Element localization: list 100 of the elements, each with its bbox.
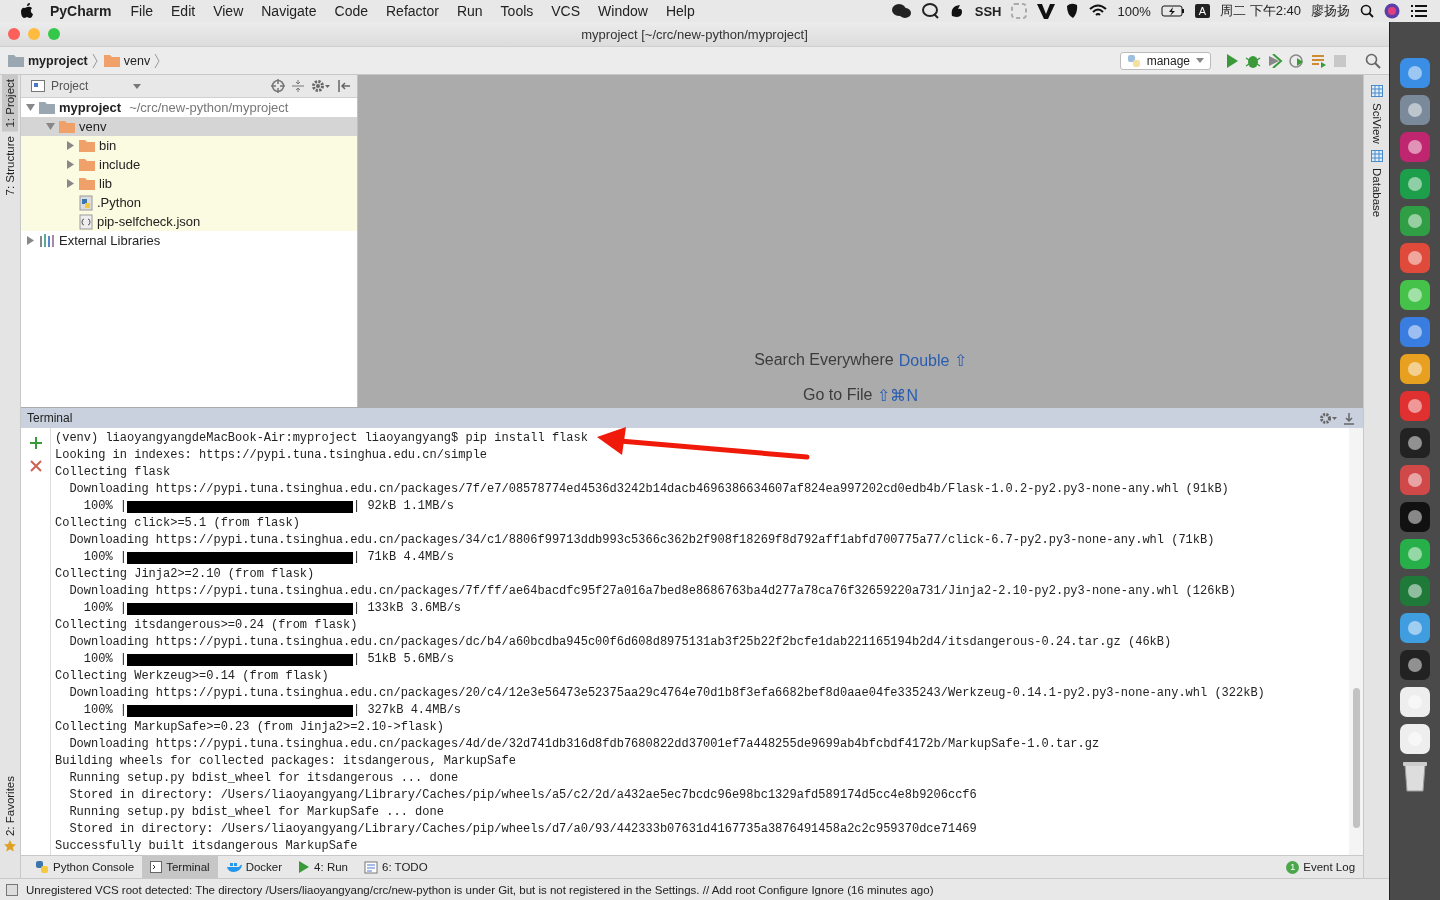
progress-percent: 100% | bbox=[82, 651, 127, 669]
close-icon[interactable] bbox=[29, 460, 42, 473]
app-icon[interactable] bbox=[1397, 648, 1433, 682]
profile-icon[interactable] bbox=[1289, 53, 1306, 68]
wifi-icon[interactable] bbox=[1089, 4, 1108, 18]
battery-icon[interactable] bbox=[1160, 5, 1185, 17]
terminal-line: Collecting Jinja2>=2.10 (from flask) bbox=[55, 566, 316, 584]
app-icon[interactable] bbox=[1397, 685, 1433, 719]
list-icon[interactable] bbox=[1410, 4, 1428, 18]
app-icon[interactable] bbox=[1397, 56, 1433, 90]
app-icon[interactable] bbox=[1397, 204, 1433, 238]
terminal-line: Running setup.py bdist_wheel for MarkupSafe ... done bbox=[68, 804, 445, 822]
app-icon[interactable] bbox=[1397, 278, 1433, 312]
tree-item[interactable]: lib bbox=[99, 176, 112, 191]
app-icon[interactable] bbox=[1397, 352, 1433, 386]
progress-stats: | 133kB 3.6MB/s bbox=[353, 600, 462, 618]
gear-icon[interactable] bbox=[1319, 411, 1338, 425]
tree-item[interactable]: venv bbox=[79, 119, 107, 134]
terminal-line: Collecting Werkzeug>=0.14 (from flask) bbox=[55, 668, 330, 686]
app-icon[interactable] bbox=[1397, 389, 1433, 423]
search-icon[interactable] bbox=[1360, 4, 1374, 18]
hide-panel-icon[interactable] bbox=[337, 79, 351, 93]
breadcrumb[interactable]: venv bbox=[123, 53, 151, 68]
menu-item[interactable]: View bbox=[204, 3, 253, 19]
app-icon[interactable] bbox=[1397, 167, 1433, 201]
menu-item[interactable]: File bbox=[121, 3, 163, 19]
menu-item[interactable]: Tools bbox=[491, 3, 543, 19]
close-button[interactable] bbox=[8, 28, 20, 40]
menu-item[interactable]: Help bbox=[656, 3, 704, 19]
download-icon[interactable] bbox=[1343, 411, 1356, 425]
menu-item[interactable]: Navigate bbox=[252, 3, 326, 19]
app-icon[interactable] bbox=[1397, 611, 1433, 645]
apple-icon[interactable] bbox=[20, 3, 34, 19]
collapse-icon[interactable] bbox=[291, 79, 305, 93]
scrollbar-thumb[interactable] bbox=[1353, 688, 1361, 829]
app-icon[interactable] bbox=[1397, 722, 1433, 756]
orb-icon[interactable] bbox=[1384, 3, 1400, 19]
tool-window-tab[interactable]: 4: Run bbox=[290, 856, 356, 878]
play-icon[interactable] bbox=[1225, 53, 1240, 68]
gear-icon[interactable] bbox=[311, 79, 331, 93]
coverage-icon[interactable] bbox=[1267, 53, 1284, 68]
tool-window-tab[interactable]: Database bbox=[1370, 167, 1383, 217]
run-list-icon[interactable] bbox=[1311, 53, 1328, 68]
tool-window-tab[interactable]: Docker bbox=[217, 856, 291, 878]
app-icon[interactable] bbox=[1397, 426, 1433, 460]
app-menu[interactable]: PyCharm bbox=[34, 3, 122, 19]
terminal-line: Downloading https://pypi.tuna.tsinghua.edu.cn/packages/34/c1/8806f99713ddb993c5366c362b2f908f18269f8d792aff1abfd700775a77/click-6.7-py2.py3-none-any.whl (71kB) bbox=[68, 532, 1216, 550]
tool-window-tab[interactable]: SciView bbox=[1370, 103, 1383, 144]
clock[interactable]: 周二 下午2:40 bbox=[1220, 2, 1301, 20]
tree-item[interactable]: External Libraries bbox=[59, 233, 161, 248]
terminal-line: Stored in directory: /Users/liaoyangyang/Library/Caches/pip/wheels/d7/a0/93/442333b07631d4167735a3876491458a2c2c959370dce71469 bbox=[68, 821, 978, 839]
square-icon[interactable] bbox=[6, 883, 18, 896]
app-icon[interactable] bbox=[1397, 93, 1433, 127]
app-icon[interactable] bbox=[1397, 130, 1433, 164]
collapsed-arrow-icon[interactable] bbox=[65, 160, 75, 169]
collapsed-arrow-icon[interactable] bbox=[65, 179, 75, 188]
tool-window-tab[interactable]: 7: Structure bbox=[2, 131, 18, 200]
plus-icon[interactable] bbox=[28, 436, 43, 451]
expanded-arrow-icon[interactable] bbox=[25, 103, 35, 112]
project-view-dropdown[interactable]: Project bbox=[31, 79, 141, 93]
collapsed-arrow-icon[interactable] bbox=[65, 141, 75, 150]
app-icon[interactable] bbox=[1397, 241, 1433, 275]
tree-item[interactable]: bin bbox=[99, 138, 117, 153]
menu-item[interactable]: Window bbox=[589, 3, 657, 19]
target-icon[interactable] bbox=[271, 79, 285, 93]
python-icon bbox=[1126, 53, 1141, 68]
menu-item[interactable]: Refactor bbox=[377, 3, 448, 19]
app-icon[interactable] bbox=[1397, 463, 1433, 497]
collapsed-arrow-icon[interactable] bbox=[25, 236, 35, 245]
ssh-indicator[interactable]: SSH bbox=[974, 3, 1002, 19]
tree-item[interactable]: .Python bbox=[97, 195, 142, 210]
event-log-tab[interactable]: 1 Event Log bbox=[1278, 856, 1364, 878]
menu-item[interactable]: Run bbox=[447, 3, 492, 19]
menu-item[interactable]: Code bbox=[325, 3, 377, 19]
menu-item[interactable]: VCS bbox=[542, 3, 590, 19]
menu-item[interactable]: Edit bbox=[162, 3, 205, 19]
speech-bubble-icon[interactable] bbox=[920, 3, 939, 19]
user-name[interactable]: 廖扬扬 bbox=[1311, 2, 1350, 20]
tool-window-tab[interactable]: Python Console bbox=[27, 856, 143, 878]
bug-icon[interactable] bbox=[1245, 53, 1262, 68]
app-icon[interactable] bbox=[1397, 574, 1433, 608]
project-icon bbox=[31, 80, 45, 92]
shortcut-text: ⇧⌘N bbox=[877, 386, 918, 406]
chat-bubbles-icon[interactable] bbox=[890, 3, 911, 19]
breadcrumb[interactable]: myproject bbox=[28, 53, 88, 68]
app-icon[interactable] bbox=[1397, 315, 1433, 349]
input-source-badge[interactable]: A bbox=[1194, 4, 1211, 18]
app-icon[interactable] bbox=[1397, 537, 1433, 571]
app-icon[interactable] bbox=[1397, 500, 1433, 534]
leaf-icon[interactable] bbox=[1065, 3, 1080, 19]
star-icon[interactable] bbox=[4, 840, 16, 852]
tool-window-tab[interactable]: Terminal bbox=[142, 856, 218, 878]
tree-item[interactable]: include bbox=[99, 157, 141, 172]
run-config-dropdown[interactable]: manage bbox=[1119, 51, 1212, 70]
tool-window-tab[interactable]: 2: Favorites bbox=[2, 771, 18, 840]
v-shape-icon[interactable] bbox=[1037, 3, 1056, 19]
tree-item[interactable]: myproject bbox=[59, 100, 122, 115]
tool-window-tab[interactable]: 1: Project bbox=[2, 75, 18, 132]
expanded-arrow-icon[interactable] bbox=[45, 122, 55, 131]
tool-window-tab[interactable]: 6: TODO bbox=[356, 856, 436, 878]
